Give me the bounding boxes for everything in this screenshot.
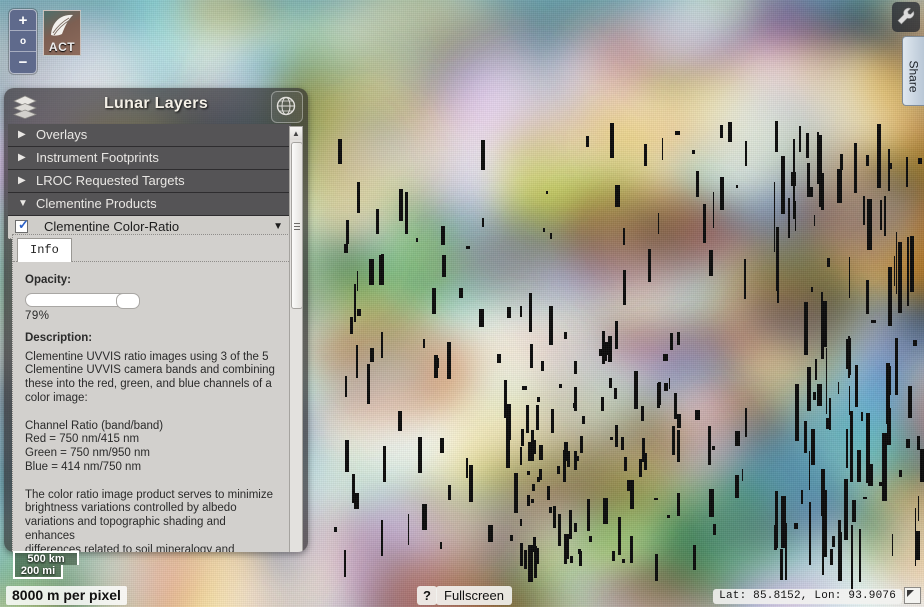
- share-tab-label: Share: [906, 60, 921, 93]
- opacity-value: 79%: [25, 309, 50, 322]
- description-text: Clementine UVVIS ratio images using 3 of…: [25, 350, 275, 552]
- chevron-right-icon: ▶: [18, 175, 26, 186]
- checkmark-icon: ✓: [18, 217, 29, 232]
- info-tabstrip: Info: [13, 235, 289, 262]
- lunar-layers-panel[interactable]: Lunar Layers ▶ Overlays ▶ Instrument Foo…: [4, 88, 308, 552]
- zoom-out-button[interactable]: −: [10, 52, 36, 73]
- act-logo-text: ACT: [48, 40, 76, 54]
- coordinate-readout: Lat: 85.8152, Lon: 93.9076: [713, 589, 902, 604]
- tree-label-lroc-requested-targets: LROC Requested Targets: [36, 173, 185, 188]
- globe-icon: [276, 96, 296, 116]
- opacity-slider-handle[interactable]: [116, 292, 140, 309]
- scrollbar-grip-icon: [294, 221, 300, 230]
- zoom-controls[interactable]: + o −: [9, 9, 37, 74]
- tree-row-lroc-requested-targets[interactable]: ▶ LROC Requested Targets: [8, 170, 291, 193]
- chevron-right-icon: ▶: [18, 129, 26, 140]
- chevron-down-icon: ▼: [18, 198, 28, 209]
- tree-row-overlays[interactable]: ▶ Overlays: [8, 124, 291, 147]
- layer-info-pane: Info Opacity: 79% Description: Clementin…: [12, 234, 290, 552]
- fullscreen-button[interactable]: Fullscreen: [436, 586, 512, 605]
- tree-row-instrument-footprints[interactable]: ▶ Instrument Footprints: [8, 147, 291, 170]
- meters-per-pixel-label: 8000 m per pixel: [6, 586, 127, 605]
- map-application: + o − ACT Share Lunar Layers ▶ Overlays …: [0, 0, 924, 607]
- act-logo[interactable]: ACT: [43, 10, 81, 56]
- panel-title: Lunar Layers: [103, 95, 209, 112]
- zoom-home-button[interactable]: o: [10, 31, 36, 52]
- scale-bar-km: 500 km: [13, 551, 79, 565]
- description-label: Description:: [25, 332, 93, 345]
- panel-scrollbar[interactable]: ▲ ▼: [289, 126, 303, 552]
- panel-header: Lunar Layers: [4, 88, 308, 124]
- opacity-label: Opacity:: [25, 274, 72, 286]
- scale-bar-mi: 200 mi: [13, 565, 63, 579]
- tree-label-clementine-products: Clementine Products: [36, 196, 157, 211]
- layer-checkbox-clementine-color-ratio[interactable]: ✓: [15, 217, 29, 233]
- layers-tree[interactable]: ▶ Overlays ▶ Instrument Footprints ▶ LRO…: [8, 124, 291, 239]
- opacity-slider[interactable]: [25, 292, 140, 309]
- tools-button[interactable]: [892, 2, 920, 32]
- scroll-up-arrow-icon[interactable]: ▲: [290, 127, 302, 140]
- globe-button[interactable]: [271, 91, 303, 123]
- chevron-right-icon: ▶: [18, 152, 26, 163]
- swoosh-icon: [51, 14, 73, 36]
- share-tab[interactable]: Share: [902, 36, 924, 106]
- wrench-icon: [897, 7, 915, 25]
- tree-label-overlays: Overlays: [36, 127, 88, 142]
- resize-grip-icon[interactable]: [904, 587, 921, 604]
- scrollbar-thumb[interactable]: [291, 142, 303, 309]
- zoom-in-button[interactable]: +: [10, 10, 36, 31]
- info-body: Opacity: 79% Description: Clementine UVV…: [13, 262, 289, 552]
- tree-row-clementine-products[interactable]: ▼ Clementine Products: [8, 193, 291, 216]
- tab-info[interactable]: Info: [17, 238, 72, 262]
- help-button[interactable]: ?: [417, 586, 437, 605]
- scale-bar: 500 km 200 mi: [13, 551, 79, 579]
- tree-label-instrument-footprints: Instrument Footprints: [36, 150, 159, 165]
